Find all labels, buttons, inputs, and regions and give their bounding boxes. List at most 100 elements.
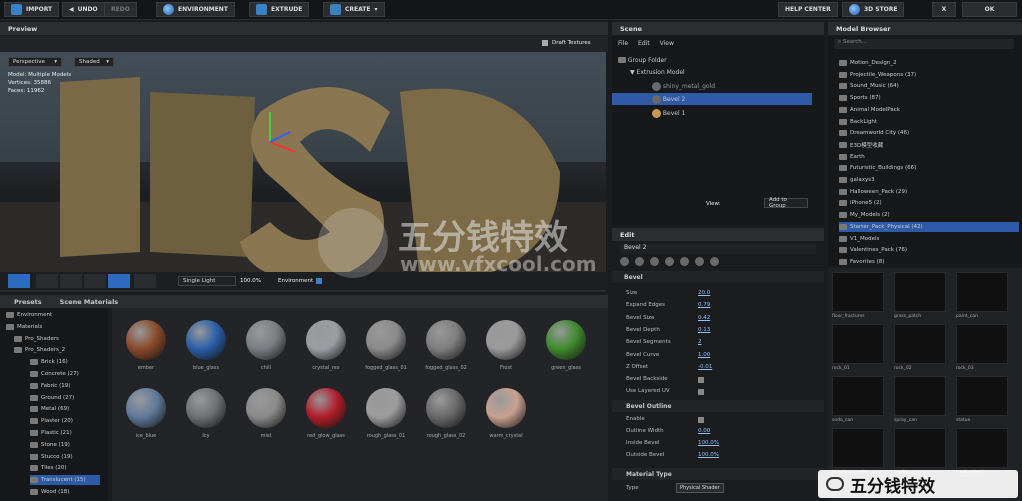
preset-tree-item[interactable]: Wood (18) [30, 487, 69, 497]
material-swatch[interactable] [126, 388, 166, 428]
add-to-group-button[interactable]: Add to Group [764, 197, 808, 209]
material-swatch[interactable] [186, 388, 226, 428]
material-type-header[interactable]: Material Type [612, 468, 824, 480]
rotate-tool-icon[interactable] [84, 274, 106, 288]
model-browser-item[interactable]: Starter_Pack_Physical (42) [839, 221, 1019, 232]
material-swatch[interactable] [426, 388, 466, 428]
preset-tree-item[interactable]: Pro_Shaders_2 [14, 345, 65, 355]
preset-tree-item[interactable]: Translucent (15) [30, 475, 100, 486]
select-tool-icon[interactable] [36, 274, 58, 288]
model-thumbnail[interactable] [832, 324, 884, 364]
view-mode-select[interactable]: Perspective ▾ [8, 57, 62, 67]
light-select[interactable]: Single Light [178, 276, 236, 286]
material-swatch[interactable] [246, 320, 286, 360]
help-center-button[interactable]: HELP CENTER [778, 2, 838, 17]
material-swatch[interactable] [486, 320, 526, 360]
model-thumbnail[interactable] [956, 324, 1008, 364]
prop-value[interactable]: -0.01 [698, 364, 712, 370]
environment-button[interactable]: ENVIRONMENT [156, 2, 235, 17]
material-swatch[interactable] [126, 320, 166, 360]
preset-tree-item[interactable]: Brick (16) [30, 357, 68, 367]
material-swatch[interactable] [246, 388, 286, 428]
prop-value[interactable]: 20.0 [698, 290, 710, 296]
material-type-select[interactable]: Physical Shader [676, 483, 724, 493]
environment-checkbox[interactable] [316, 278, 322, 284]
scene-row-bevel-1[interactable]: Bevel 1 [612, 107, 812, 119]
tab-scene-materials[interactable]: Scene Materials [60, 298, 119, 306]
preset-tree-item[interactable]: Environment [6, 310, 52, 320]
model-browser-item[interactable]: E3D模型收藏 [839, 140, 883, 150]
shade-mode-select[interactable]: Shaded ▾ [74, 57, 114, 67]
model-thumbnail[interactable] [832, 272, 884, 312]
preset-tree-item[interactable]: Plaster (20) [30, 416, 73, 426]
preset-tree-item[interactable]: Plastic (21) [30, 428, 72, 438]
outline-value[interactable]: 100.0% [698, 452, 719, 458]
outline-value[interactable]: 0.00 [698, 428, 710, 434]
outline-checkbox[interactable] [698, 417, 704, 423]
scene-row-extrusion[interactable]: ▼ Extrusion Model [612, 66, 812, 78]
model-browser-item[interactable]: Favorites (8) [839, 257, 884, 267]
prop-checkbox[interactable] [698, 389, 704, 396]
3d-store-button[interactable]: 3D STORE [842, 2, 905, 17]
prop-value[interactable]: 2 [698, 339, 702, 345]
model-thumbnail[interactable] [956, 428, 1008, 468]
extrude-icon[interactable] [635, 257, 644, 266]
model-browser-item[interactable]: BackLight [839, 117, 877, 127]
material-swatch[interactable] [186, 320, 226, 360]
model-browser-item[interactable]: Sound_Music (64) [839, 81, 899, 91]
preset-tree-item[interactable]: Ground (27) [30, 393, 74, 403]
scale-tool-icon[interactable] [134, 274, 156, 288]
material-icon[interactable] [665, 257, 674, 266]
create-button[interactable]: CREATE ▾ [323, 2, 385, 17]
model-browser-item[interactable]: galaxys3 [839, 175, 875, 185]
prop-value[interactable]: 0.42 [698, 315, 710, 321]
preset-tree-item[interactable]: Stone (19) [30, 440, 70, 450]
texture-icon[interactable] [680, 257, 689, 266]
outline-value[interactable]: 100.0% [698, 440, 719, 446]
prop-checkbox[interactable] [698, 377, 704, 384]
preset-tree-item[interactable]: Metal (69) [30, 404, 69, 414]
model-browser-item[interactable]: Halloween_Pack (29) [839, 187, 907, 197]
edit-menu[interactable]: Edit [638, 40, 650, 47]
tab-presets[interactable]: Presets [14, 298, 42, 306]
material-swatch[interactable] [546, 320, 586, 360]
material-swatch[interactable] [366, 388, 406, 428]
shape-icon[interactable] [620, 257, 629, 266]
gear-icon[interactable] [710, 257, 719, 266]
model-thumbnail[interactable] [956, 376, 1008, 416]
model-browser-item[interactable]: Futuristic_Buildings (66) [839, 163, 916, 173]
model-thumbnail[interactable] [894, 324, 946, 364]
material-swatch[interactable] [426, 320, 466, 360]
model-thumbnail[interactable] [832, 428, 884, 468]
model-search-input[interactable]: ⌕ Search... [834, 39, 1014, 49]
frame-tool-icon[interactable] [108, 274, 130, 288]
object-name-field[interactable]: Bevel 2 [620, 244, 816, 254]
prop-value[interactable]: 1.00 [698, 352, 710, 358]
preset-tree-item[interactable]: Materials [6, 322, 42, 332]
redo-button[interactable]: REDO [104, 2, 137, 17]
model-browser-item[interactable]: Sports (87) [839, 93, 881, 103]
model-thumbnail[interactable] [832, 376, 884, 416]
model-browser-item[interactable]: Earth [839, 152, 865, 162]
scene-row-material[interactable]: shiny_metal_gold [612, 80, 812, 92]
undo-button[interactable]: ◀ UNDO [62, 2, 105, 17]
model-thumbnail[interactable] [956, 272, 1008, 312]
model-thumbnail[interactable] [894, 376, 946, 416]
bevel-section-header[interactable]: Bevel [612, 271, 824, 283]
model-thumbnail[interactable] [894, 272, 946, 312]
model-thumbnail[interactable] [894, 428, 946, 468]
model-browser-item[interactable]: iPhone5 (2) [839, 198, 882, 208]
view-menu[interactable]: View [660, 40, 674, 47]
camera-tool-icon[interactable] [8, 274, 30, 288]
model-browser-item[interactable]: Motion_Design_2 [839, 58, 897, 68]
close-button[interactable]: X [932, 2, 956, 17]
preset-tree-item[interactable]: Fabric (19) [30, 381, 70, 391]
model-browser-item[interactable]: Animal ModelPack [839, 105, 900, 115]
scene-row-group-folder[interactable]: Group Folder [612, 54, 812, 66]
model-browser-item[interactable]: Valentines_Pack (76) [839, 245, 907, 255]
material-swatch[interactable] [306, 388, 346, 428]
light-icon[interactable] [695, 257, 704, 266]
preset-tree-item[interactable]: Pro_Shaders [14, 334, 59, 344]
ok-button[interactable]: OK [962, 2, 1017, 17]
file-menu[interactable]: File [618, 40, 628, 47]
